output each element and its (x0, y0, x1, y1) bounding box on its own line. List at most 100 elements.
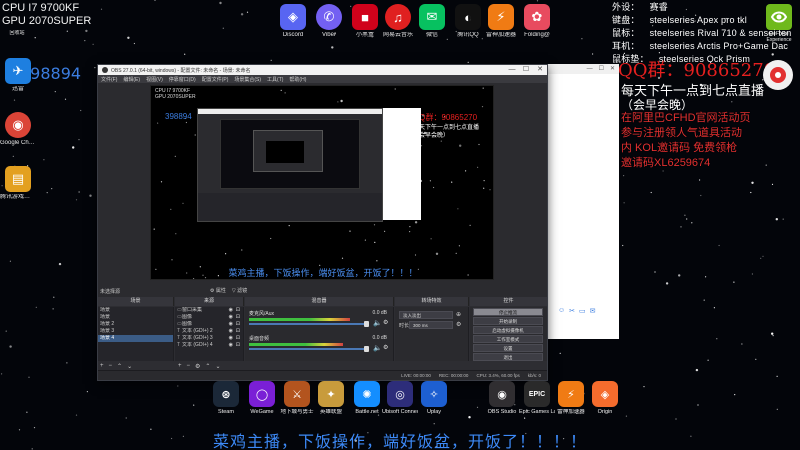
filters-button[interactable]: ▽ 滤镜 (232, 287, 247, 294)
visibility-eye-icon[interactable]: ◉ (229, 314, 233, 321)
cut-icon[interactable]: ✂ (569, 307, 575, 315)
speaker-icon[interactable]: 🔈 (373, 344, 382, 352)
volume-slider[interactable] (249, 348, 367, 350)
maximize-icon[interactable]: ☐ (599, 64, 604, 74)
lock-icon[interactable]: ⊡ (236, 307, 240, 314)
desktop-shortcut[interactable]: ◈ Discord (275, 4, 311, 39)
close-icon[interactable]: ✕ (610, 64, 615, 74)
maximize-icon[interactable]: ☐ (519, 65, 533, 75)
mixer-settings-icon[interactable]: ⚙ (383, 319, 388, 326)
desktop-shortcut[interactable]: ✉ 微信 (414, 4, 450, 39)
game-shortcut[interactable]: ◉ OBS Studio (484, 381, 520, 415)
obs-menu-item[interactable]: 配置文件(P) (202, 76, 229, 83)
volume-slider-handle[interactable] (364, 321, 369, 327)
mixer-settings-icon[interactable]: ⚙ (383, 344, 388, 351)
game-shortcut[interactable]: ⚔ 地下城与勇士 (279, 381, 315, 415)
game-shortcut[interactable]: ◎ Ubisoft Connect (382, 381, 418, 415)
desktop-shortcut[interactable]: ✿ Folding@ (519, 4, 555, 39)
source-item[interactable]: T 文本 (GDI+) 3 ◉ ⊡ (175, 335, 243, 342)
scene-down-icon[interactable]: ⌄ (127, 363, 132, 370)
control-button[interactable]: 停止推流 (473, 308, 543, 316)
scene-item[interactable]: 场景 3 (98, 328, 173, 335)
folder-icon[interactable]: ▭ (579, 307, 586, 315)
duration-input[interactable]: 300 ms (409, 321, 453, 329)
recycle-bin[interactable]: 回收站 (2, 28, 32, 37)
desktop-shortcut[interactable]: ♫ 网易云音乐 (380, 4, 416, 39)
obs-menu-item[interactable]: 帮助(H) (289, 76, 306, 83)
obs-menu-item[interactable]: 停靠窗口(D) (169, 76, 196, 83)
control-button[interactable]: 设置 (473, 344, 543, 352)
source-item[interactable]: ▭窗口采集 ◉ ⊡ (175, 307, 243, 314)
visibility-eye-icon[interactable]: ◉ (229, 321, 233, 328)
source-down-icon[interactable]: ⌄ (215, 363, 220, 370)
control-button[interactable]: 启动虚拟摄像机 (473, 326, 543, 334)
obs-menu-item[interactable]: 编辑(E) (123, 76, 140, 83)
game-shortcut[interactable]: ✺ Battle.net (349, 381, 385, 415)
obs-titlebar[interactable]: OBS 27.0.1 (64-bit, windows) - 配置文件: 未命名… (98, 65, 547, 75)
desktop-shortcut[interactable]: ◉ Google Chrome (0, 112, 36, 147)
desktop-shortcut[interactable]: ■ 小黑盒 (347, 4, 383, 39)
control-button[interactable]: 开始录制 (473, 317, 543, 325)
transitions-panel[interactable]: 淡入淡出 时长 300 ms ⊕ ⚙ (395, 307, 469, 361)
lock-icon[interactable]: ⊡ (236, 328, 240, 335)
game-shortcut[interactable]: ◯ WeGame (244, 381, 280, 415)
visibility-eye-icon[interactable]: ◉ (229, 335, 233, 342)
desktop-shortcut[interactable]: ✈ 迅雷 (0, 58, 36, 93)
add-scene-icon[interactable]: + (100, 363, 104, 370)
obs-menu-item[interactable]: 文件(F) (101, 76, 117, 83)
game-shortcut[interactable]: ✦ 英雄联盟 (313, 381, 349, 415)
scene-item[interactable]: 场景 (98, 307, 173, 314)
chat-icon[interactable]: ✉ (590, 307, 596, 315)
desktop-shortcut[interactable]: ⚡ 雷神加速器 (483, 4, 519, 39)
scene-item[interactable]: 场景 2 (98, 321, 173, 328)
obs-window[interactable]: OBS 27.0.1 (64-bit, windows) - 配置文件: 未命名… (97, 64, 548, 381)
visibility-eye-icon[interactable]: ◉ (229, 328, 233, 335)
obs-menu-item[interactable]: 工具(T) (267, 76, 283, 83)
game-shortcut[interactable]: ⊛ Steam (208, 381, 244, 415)
transition-add-icon[interactable]: ⊕ (456, 311, 461, 318)
remove-source-icon[interactable]: − (187, 363, 191, 370)
side-window[interactable]: — ☐ ✕ ☺ ✂ ▭ ✉ (547, 64, 619, 339)
lock-icon[interactable]: ⊡ (236, 342, 240, 349)
side-window-controls[interactable]: — ☐ ✕ (548, 64, 619, 74)
controls-panel[interactable]: 停止推流 开始录制 启动虚拟摄像机 工作室模式 设置 退出 (470, 307, 547, 361)
control-button[interactable]: 退出 (473, 353, 543, 361)
game-shortcut[interactable]: ⚡ 雷神加速器 (553, 381, 589, 415)
desktop-shortcut[interactable]: ✆ Viber (311, 4, 347, 39)
source-item[interactable]: ▭图像 ◉ ⊡ (175, 321, 243, 328)
source-item[interactable]: T 文本 (GDI+) 4 ◉ ⊡ (175, 342, 243, 349)
lock-icon[interactable]: ⊡ (236, 335, 240, 342)
volume-slider-handle[interactable] (364, 346, 369, 352)
properties-button[interactable]: ⚙ 属性 (210, 287, 226, 294)
scene-list[interactable]: 场景 场景 场景 2 场景 3 场景 4 (98, 307, 174, 361)
visibility-eye-icon[interactable]: ◉ (229, 307, 233, 314)
transition-settings-icon[interactable]: ⚙ (456, 321, 461, 328)
volume-slider[interactable] (249, 323, 367, 325)
lock-icon[interactable]: ⊡ (236, 314, 240, 321)
game-shortcut[interactable]: ✧ Uplay (416, 381, 452, 415)
control-button[interactable]: 工作室模式 (473, 335, 543, 343)
obs-menu-item[interactable]: 场景集合(S) (234, 76, 261, 83)
source-list[interactable]: ▭窗口采集 ◉ ⊡ ▭图像 ◉ ⊡ ▭图像 ◉ ⊡ T 文本 (GDI+) 2 ◉ ⊡ T 文本 (GDI+… (175, 307, 244, 361)
speaker-icon[interactable]: 🔈 (373, 319, 382, 327)
lock-icon[interactable]: ⊡ (236, 321, 240, 328)
scene-item[interactable]: 场景 (98, 314, 173, 321)
source-item[interactable]: ▭图像 ◉ ⊡ (175, 314, 243, 321)
add-source-icon[interactable]: + (178, 363, 182, 370)
scene-item[interactable]: 场景 4 (98, 335, 173, 342)
scene-up-icon[interactable]: ⌃ (117, 363, 122, 370)
obs-menu-item[interactable]: 视图(V) (146, 76, 163, 83)
obs-preview[interactable]: CPU I7 9700KF GPU 2070SUPER 398894 QQ群：9… (150, 85, 494, 280)
emoji-icon[interactable]: ☺ (558, 307, 565, 315)
audio-mixer[interactable]: 麦克风/Aux 0.0 dB 🔈 ⚙ 桌面音频 0.0 dB 🔈 ⚙ (245, 307, 394, 361)
minimize-icon[interactable]: — (587, 64, 593, 74)
game-shortcut[interactable]: EPIC Epic Games Launcher (519, 381, 555, 415)
minimize-icon[interactable]: — (505, 65, 519, 75)
close-icon[interactable]: ✕ (533, 65, 547, 75)
remove-scene-icon[interactable]: − (109, 363, 113, 370)
source-settings-icon[interactable]: ⚙ (195, 363, 200, 370)
source-item[interactable]: T 文本 (GDI+) 2 ◉ ⊡ (175, 328, 243, 335)
desktop-shortcut[interactable]: ▤ 腾讯游戏助手.exe (0, 166, 36, 201)
transition-select[interactable]: 淡入淡出 (399, 311, 453, 319)
visibility-eye-icon[interactable]: ◉ (229, 342, 233, 349)
